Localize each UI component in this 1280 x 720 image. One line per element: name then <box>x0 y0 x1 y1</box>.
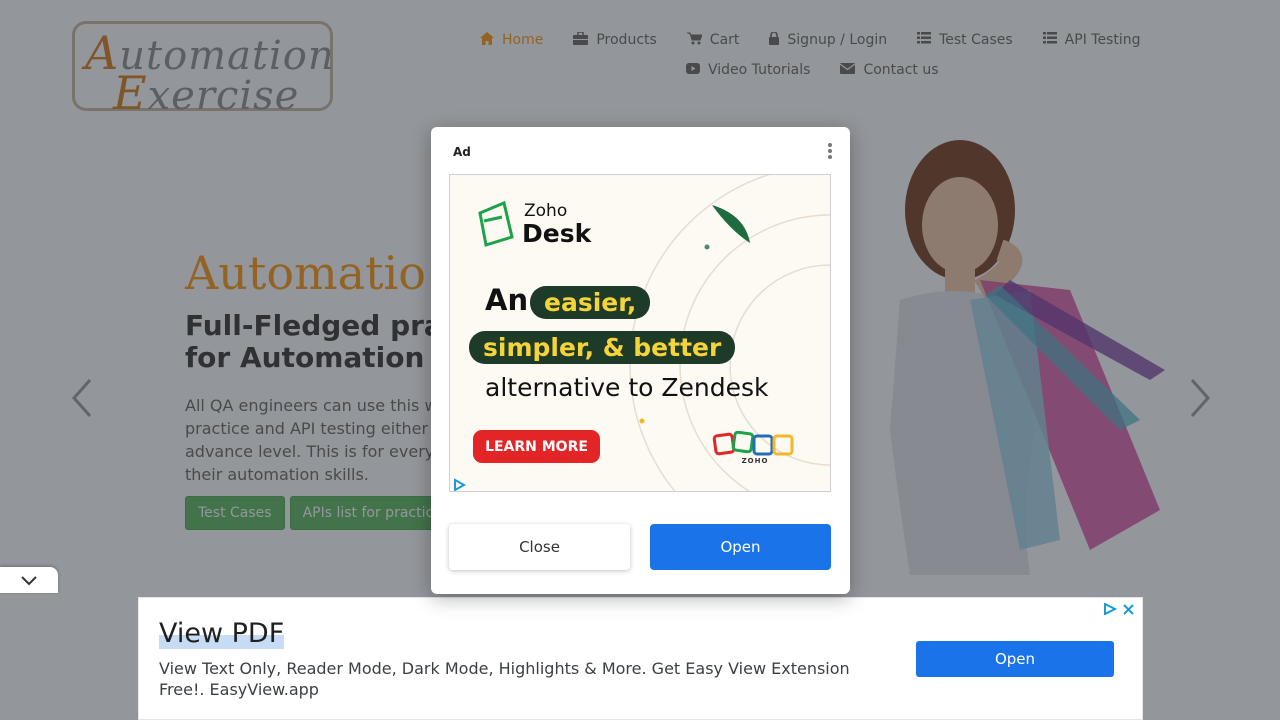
open-button[interactable]: Open <box>650 524 831 570</box>
ad-choices[interactable] <box>1103 600 1134 619</box>
headline-pill-2: simpler, & better <box>469 331 736 364</box>
ad-title[interactable]: View PDF <box>159 618 285 649</box>
more-options-icon[interactable] <box>827 143 833 161</box>
ad-label: Ad <box>453 145 471 159</box>
ad-description[interactable]: View Text Only, Reader Mode, Dark Mode, … <box>159 658 889 700</box>
zoho-wordmark: ZOHO <box>741 457 769 465</box>
learn-more-button[interactable]: LEARN MORE <box>473 430 600 463</box>
chevron-down-icon <box>21 571 37 590</box>
close-button[interactable]: Close <box>449 524 630 570</box>
ad-open-button[interactable]: Open <box>916 641 1114 677</box>
collapse-ad-tab[interactable] <box>0 567 58 593</box>
zoho-logo: ZOHO <box>712 430 798 469</box>
headline-line-3: alternative to Zendesk <box>485 373 769 402</box>
brand-name-bottom: Desk <box>522 219 592 248</box>
headline-word: An <box>485 283 529 317</box>
ad-creative[interactable]: Zoho Desk An easier, simpler, & better a… <box>449 174 831 492</box>
ad-modal: Ad Zoho Desk An easier, simpler, & bette… <box>431 127 850 594</box>
adchoices-icon[interactable] <box>1103 600 1118 619</box>
brand-name-top: Zoho <box>524 201 568 221</box>
close-icon[interactable] <box>1123 600 1134 619</box>
zoho-desk-logo-icon <box>474 199 514 251</box>
bottom-anchor-ad: View PDF View Text Only, Reader Mode, Da… <box>138 597 1143 720</box>
headline-pill-1: easier, <box>530 286 651 319</box>
adchoices-icon[interactable] <box>452 477 467 491</box>
